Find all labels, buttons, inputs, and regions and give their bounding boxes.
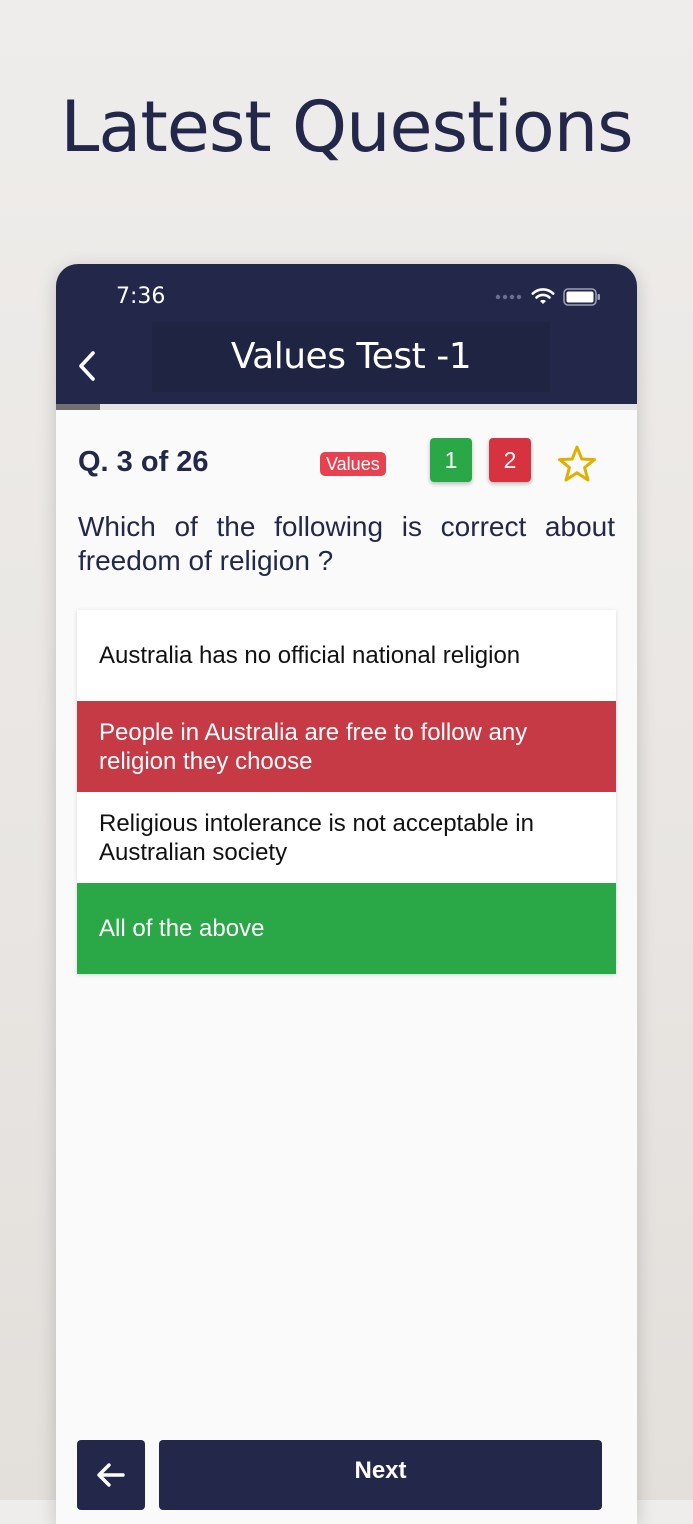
promo-headline: Latest Questions bbox=[60, 86, 633, 168]
nav-title: Values Test -1 bbox=[230, 336, 472, 377]
nav-bar: 7:36 Values Test -1 bbox=[56, 264, 637, 404]
answer-options: Australia has no official national relig… bbox=[77, 610, 616, 974]
wifi-icon bbox=[531, 288, 555, 304]
question-counter: Q. 3 of 26 bbox=[78, 446, 209, 478]
signal-dots-icon bbox=[495, 294, 522, 300]
answer-option-label: People in Australia are free to follow a… bbox=[99, 718, 528, 775]
answer-option-2[interactable]: People in Australia are free to follow a… bbox=[77, 701, 616, 792]
battery-icon bbox=[563, 288, 600, 306]
back-chevron-icon[interactable] bbox=[76, 350, 98, 382]
answer-option-label: All of the above bbox=[99, 915, 265, 942]
phone-screen: 7:36 Values Test -1 Q. 3 of 26 Values 1 … bbox=[56, 264, 637, 1524]
wrong-count-badge: 2 bbox=[489, 438, 531, 482]
status-icons bbox=[495, 288, 601, 306]
answer-option-1[interactable]: Australia has no official national relig… bbox=[77, 610, 616, 701]
status-time: 7:36 bbox=[116, 284, 166, 309]
correct-count-badge: 1 bbox=[430, 438, 472, 482]
answer-option-label: Australia has no official national relig… bbox=[99, 642, 521, 669]
arrow-left-icon bbox=[97, 1463, 125, 1487]
progress-fill bbox=[56, 404, 100, 410]
question-text: Which of the following is correct about … bbox=[78, 511, 615, 576]
answer-option-4[interactable]: All of the above bbox=[77, 883, 616, 974]
answer-option-label: Religious intolerance is not acceptable … bbox=[99, 809, 534, 866]
star-icon[interactable] bbox=[556, 444, 598, 484]
nav-title-container: Values Test -1 bbox=[152, 322, 550, 392]
category-badge: Values bbox=[320, 452, 386, 476]
progress-bar bbox=[56, 404, 637, 410]
answer-option-3[interactable]: Religious intolerance is not acceptable … bbox=[77, 792, 616, 883]
